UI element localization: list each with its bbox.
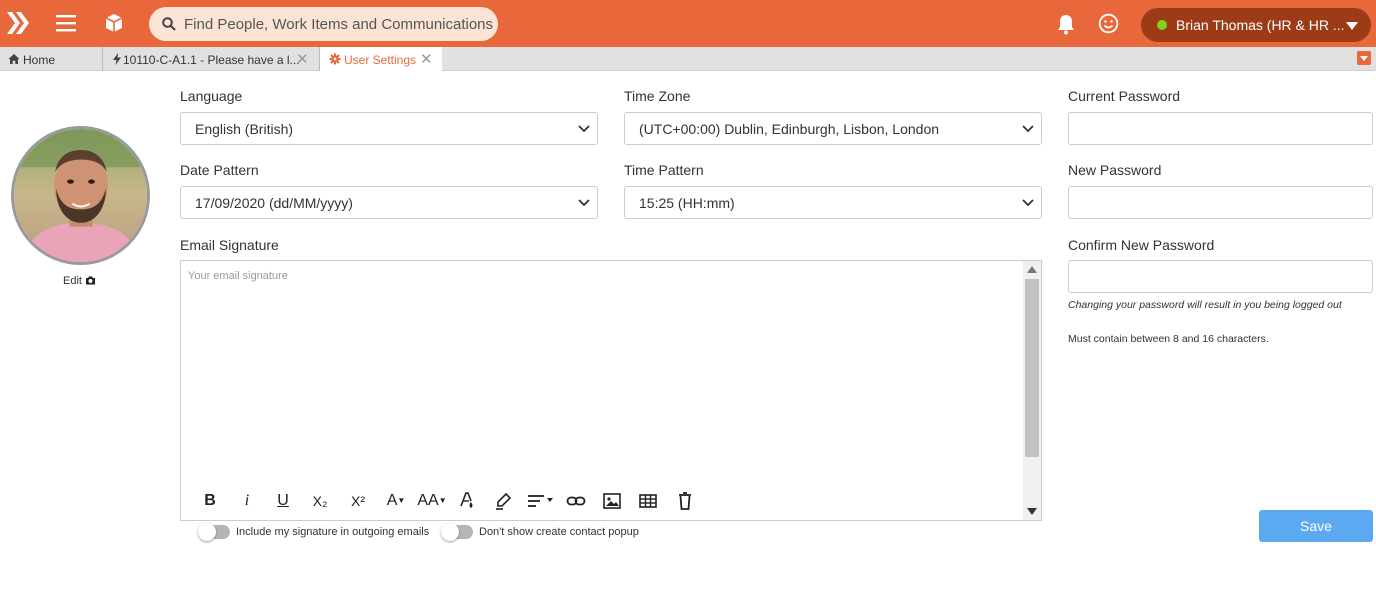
text-color-icon[interactable] bbox=[459, 491, 475, 511]
bolt-icon bbox=[113, 53, 121, 65]
subscript-button[interactable]: X₂ bbox=[309, 491, 331, 511]
profile-avatar[interactable] bbox=[11, 126, 150, 265]
chevron-down-icon bbox=[1022, 199, 1034, 207]
dropdown-caret-icon: ▼ bbox=[397, 496, 406, 505]
global-search[interactable]: Find People, Work Items and Communicatio… bbox=[149, 7, 498, 41]
new-password-field[interactable] bbox=[1068, 186, 1373, 219]
menu-icon[interactable] bbox=[56, 14, 76, 32]
tab-user-settings-label: User Settings bbox=[344, 53, 417, 67]
tab-home[interactable]: Home bbox=[0, 47, 103, 71]
font-size-button[interactable]: AA▼ bbox=[417, 491, 447, 511]
smiley-icon[interactable] bbox=[1098, 13, 1119, 34]
italic-button[interactable]: i bbox=[238, 491, 256, 511]
camera-icon bbox=[85, 276, 95, 285]
time-zone-select[interactable]: (UTC+00:00) Dublin, Edinburgh, Lisbon, L… bbox=[624, 112, 1042, 145]
close-tab-icon[interactable]: ✕ bbox=[420, 50, 433, 68]
align-icon[interactable] bbox=[526, 491, 554, 511]
superscript-button[interactable]: X² bbox=[347, 491, 369, 511]
tab-bar: Home 10110-C-A1.1 - Please have a l... ✕… bbox=[0, 47, 1376, 72]
contact-popup-label: Don't show create contact popup bbox=[479, 526, 639, 538]
save-button[interactable]: Save bbox=[1259, 510, 1373, 542]
tab-overflow-menu-icon[interactable] bbox=[1357, 51, 1371, 65]
font-color-button[interactable]: A▼ bbox=[383, 491, 409, 511]
tab-home-label: Home bbox=[23, 53, 56, 67]
email-signature-placeholder: Your email signature bbox=[188, 270, 288, 282]
time-pattern-select[interactable]: 15:25 (HH:mm) bbox=[624, 186, 1042, 219]
font-color-label: A bbox=[386, 492, 398, 509]
chevron-down-icon bbox=[578, 199, 590, 207]
user-menu-button[interactable]: Brian Thomas (HR & HR ... bbox=[1141, 8, 1371, 42]
link-icon[interactable] bbox=[566, 491, 586, 511]
home-icon bbox=[8, 54, 20, 64]
edit-photo-label: Edit bbox=[63, 275, 82, 287]
time-zone-label: Time Zone bbox=[624, 88, 691, 104]
bold-button[interactable]: B bbox=[201, 491, 219, 511]
contact-popup-toggle[interactable] bbox=[441, 523, 473, 541]
language-select[interactable]: English (British) bbox=[180, 112, 598, 145]
search-placeholder: Find People, Work Items and Communicatio… bbox=[184, 16, 494, 33]
date-pattern-value: 17/09/2020 (dd/MM/yyyy) bbox=[195, 195, 353, 211]
notifications-bell-icon[interactable] bbox=[1056, 13, 1076, 35]
edit-photo-link[interactable]: Edit bbox=[63, 275, 96, 287]
trash-icon[interactable] bbox=[677, 491, 693, 511]
time-zone-value: (UTC+00:00) Dublin, Edinburgh, Lisbon, L… bbox=[639, 121, 940, 137]
underline-button[interactable]: U bbox=[274, 491, 292, 511]
app-logo-icon[interactable] bbox=[4, 9, 32, 37]
password-logout-note: Changing your password will result in yo… bbox=[1068, 299, 1342, 311]
current-password-field[interactable] bbox=[1068, 112, 1373, 145]
close-tab-icon[interactable]: ✕ bbox=[296, 50, 309, 68]
language-value: English (British) bbox=[195, 121, 294, 137]
current-password-label: Current Password bbox=[1068, 88, 1181, 104]
new-password-label: New Password bbox=[1068, 162, 1162, 178]
tab-work-item-label: 10110-C-A1.1 - Please have a l... bbox=[123, 53, 300, 67]
chevron-down-icon bbox=[578, 125, 590, 133]
email-signature-editor[interactable]: Your email signature B i U X₂ X² A▼ AA▼ bbox=[180, 260, 1042, 521]
table-icon[interactable] bbox=[638, 491, 658, 511]
font-size-label: AA bbox=[417, 492, 439, 509]
editor-scrollbar[interactable] bbox=[1023, 261, 1041, 520]
date-pattern-label: Date Pattern bbox=[180, 162, 259, 178]
cube-icon[interactable] bbox=[104, 13, 124, 33]
password-rule-note: Must contain between 8 and 16 characters… bbox=[1068, 333, 1269, 345]
include-signature-toggle[interactable] bbox=[198, 523, 230, 541]
online-status-dot bbox=[1157, 20, 1167, 30]
date-pattern-select[interactable]: 17/09/2020 (dd/MM/yyyy) bbox=[180, 186, 598, 219]
scroll-up-icon[interactable] bbox=[1027, 266, 1037, 273]
user-name: Brian Thomas (HR & HR ... bbox=[1176, 17, 1345, 33]
time-pattern-label: Time Pattern bbox=[624, 162, 704, 178]
confirm-password-field[interactable] bbox=[1068, 260, 1373, 293]
scroll-down-icon[interactable] bbox=[1027, 508, 1037, 515]
top-bar: Find People, Work Items and Communicatio… bbox=[0, 0, 1376, 47]
confirm-password-label: Confirm New Password bbox=[1068, 237, 1215, 253]
language-label: Language bbox=[180, 88, 243, 104]
caret-down-icon bbox=[1346, 22, 1358, 30]
highlight-icon[interactable] bbox=[494, 491, 512, 511]
tab-work-item[interactable]: 10110-C-A1.1 - Please have a l... ✕ bbox=[103, 47, 320, 71]
gear-icon bbox=[329, 53, 341, 65]
image-icon[interactable] bbox=[602, 491, 622, 511]
scrollbar-thumb[interactable] bbox=[1025, 279, 1039, 457]
email-signature-label: Email Signature bbox=[180, 237, 279, 253]
time-pattern-value: 15:25 (HH:mm) bbox=[639, 195, 735, 211]
tab-user-settings[interactable]: User Settings ✕ bbox=[320, 47, 442, 72]
include-signature-label: Include my signature in outgoing emails bbox=[236, 526, 430, 538]
search-icon bbox=[162, 17, 176, 31]
dropdown-caret-icon: ▼ bbox=[438, 496, 447, 505]
chevron-down-icon bbox=[1022, 125, 1034, 133]
toggle-knob bbox=[441, 523, 459, 541]
toggle-knob bbox=[198, 523, 216, 541]
